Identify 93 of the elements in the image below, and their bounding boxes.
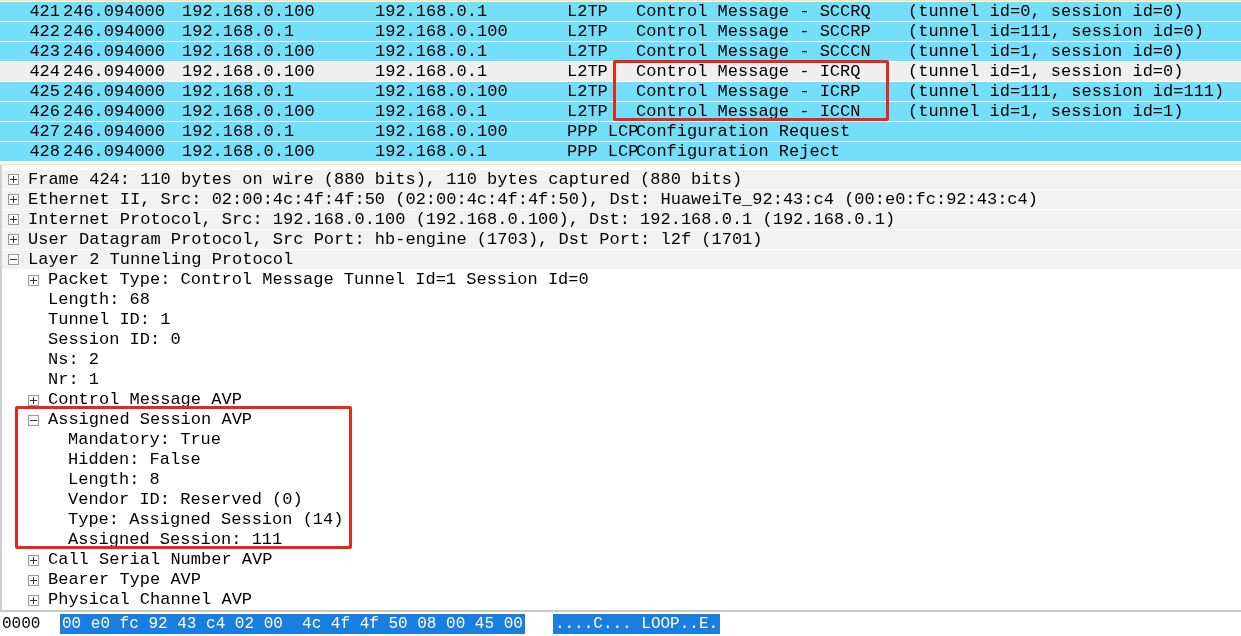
packet-info: Control Message - ICRP: [636, 81, 862, 102]
packet-number: 425: [28, 81, 60, 102]
expand-icon[interactable]: [28, 594, 39, 606]
packet-info: Configuration Reject: [636, 141, 842, 162]
tree-item[interactable]: Length: 8: [68, 471, 160, 489]
packet-protocol: L2TP: [567, 61, 609, 82]
packet-protocol: PPP LCP: [567, 121, 636, 142]
expand-icon[interactable]: [8, 234, 19, 245]
packet-info: Control Message - SCCRQ: [636, 1, 872, 22]
packet-number: 428: [28, 141, 60, 162]
packet-destination: 192.168.0.100: [375, 81, 509, 102]
packet-info-detail: (tunnel id=111, session id=111): [908, 81, 1225, 102]
packet-row[interactable]: 427 246.094000 192.168.0.1 192.168.0.100 PPP LCPConfiguration Request: [0, 122, 1241, 142]
collapse-icon[interactable]: [28, 414, 39, 426]
tree-item[interactable]: Control Message AVP: [48, 391, 242, 409]
packet-destination: 192.168.0.1: [375, 61, 489, 82]
tree-item[interactable]: Session ID: 0: [48, 331, 181, 349]
packet-time: 246.094000: [62, 61, 167, 82]
packet-protocol: L2TP: [567, 81, 609, 102]
packet-destination: 192.168.0.1: [375, 41, 489, 62]
expand-icon[interactable]: [28, 574, 39, 586]
packet-info-detail: (tunnel id=1, session id=0): [908, 41, 1184, 62]
packet-number: 423: [28, 41, 60, 62]
packet-info: Configuration Request: [636, 121, 852, 142]
packet-row[interactable]: 428 246.094000 192.168.0.100 192.168.0.1 PPP LCPConfiguration Reject: [0, 142, 1241, 162]
packet-time: 246.094000: [62, 141, 167, 162]
hex-offset: 0000: [1, 614, 42, 634]
tree-item[interactable]: Packet Type: Control Message Tunnel Id=1 Session Id=0: [48, 271, 589, 289]
packet-destination: 192.168.0.1: [375, 1, 489, 22]
packet-info: Control Message - SCCCN: [636, 41, 872, 62]
packet-source: 192.168.0.100: [182, 61, 316, 82]
packet-number: 421: [28, 1, 60, 22]
packet-row[interactable]: 424 246.094000 192.168.0.100 192.168.0.1 L2TP Control Message - ICRQ (tunnel id=1, session id=0): [0, 62, 1241, 82]
tree-item[interactable]: Tunnel ID: 1: [48, 311, 171, 329]
tree-item[interactable]: Vendor ID: Reserved (0): [68, 491, 303, 509]
tree-item[interactable]: Length: 68: [48, 291, 151, 309]
expand-icon[interactable]: [28, 394, 39, 406]
packet-source: 192.168.0.100: [182, 141, 316, 162]
hex-ascii: ....C... LOOP..E.: [552, 614, 721, 634]
packet-info: Control Message - ICRQ: [636, 61, 862, 82]
hex-bytes: 00 e0 fc 92 43 c4 02 00 4c 4f 4f 50 08 00 45 00: [60, 614, 525, 634]
packet-row[interactable]: 423 246.094000 192.168.0.100 192.168.0.1 L2TP Control Message - SCCCN (tunnel id=1, session id=0): [0, 42, 1241, 62]
packet-number: 424: [28, 61, 60, 82]
tree-item[interactable]: Assigned Session: 111: [68, 531, 283, 549]
packet-time: 246.094000: [62, 101, 167, 122]
expand-icon[interactable]: [8, 214, 19, 225]
packet-source: 192.168.0.1: [182, 121, 296, 142]
packet-row[interactable]: 421 246.094000 192.168.0.100 192.168.0.1 L2TP Control Message - SCCRQ (tunnel id=0, session id=0): [0, 2, 1241, 22]
expand-icon[interactable]: [8, 174, 19, 185]
tree-item[interactable]: Nr: 1: [48, 371, 99, 389]
packet-info: Control Message - SCCRP: [636, 21, 872, 42]
tree-item[interactable]: Physical Channel AVP: [48, 591, 253, 609]
packet-destination: 192.168.0.1: [375, 141, 489, 162]
packet-destination: 192.168.0.100: [375, 21, 509, 42]
packet-number: 427: [28, 121, 60, 142]
packet-number: 426: [28, 101, 60, 122]
tree-item[interactable]: Assigned Session AVP: [48, 411, 253, 429]
packet-protocol: L2TP: [567, 41, 609, 62]
packet-destination: 192.168.0.1: [375, 101, 489, 122]
packet-time: 246.094000: [62, 21, 167, 42]
packet-source: 192.168.0.1: [182, 21, 296, 42]
packet-info-detail: (tunnel id=111, session id=0): [908, 21, 1204, 42]
packet-info-detail: (tunnel id=1, session id=0): [908, 61, 1184, 82]
packet-source: 192.168.0.1: [182, 81, 296, 102]
packet-destination: 192.168.0.100: [375, 121, 509, 142]
packet-info: Control Message - ICCN: [636, 101, 862, 122]
tree-item[interactable]: Mandatory: True: [68, 431, 222, 449]
packet-source: 192.168.0.100: [182, 1, 316, 22]
packet-protocol: L2TP: [567, 101, 609, 122]
packet-time: 246.094000: [62, 1, 167, 22]
packet-source: 192.168.0.100: [182, 101, 316, 122]
packet-source: 192.168.0.100: [182, 41, 316, 62]
packet-row[interactable]: 426 246.094000 192.168.0.100 192.168.0.1 L2TP Control Message - ICCN (tunnel id=1, session id=1): [0, 102, 1241, 122]
packet-protocol: L2TP: [567, 21, 609, 42]
collapse-icon[interactable]: [8, 254, 19, 265]
expand-icon[interactable]: [28, 274, 39, 286]
packet-row[interactable]: 425 246.094000 192.168.0.1 192.168.0.100 L2TP Control Message - ICRP (tunnel id=111, session id=111): [0, 82, 1241, 102]
expand-icon[interactable]: [8, 194, 19, 205]
tree-item[interactable]: Type: Assigned Session (14): [68, 511, 344, 529]
packet-time: 246.094000: [62, 41, 167, 62]
packet-protocol: L2TP: [567, 1, 609, 22]
packet-info-detail: (tunnel id=1, session id=1): [908, 101, 1184, 122]
tree-item[interactable]: Ns: 2: [48, 351, 99, 369]
packet-number: 422: [28, 21, 60, 42]
tree-item[interactable]: Hidden: False: [68, 451, 201, 469]
tree-item[interactable]: Call Serial Number AVP: [48, 551, 273, 569]
packet-row[interactable]: 422 246.094000 192.168.0.1 192.168.0.100 L2TP Control Message - SCCRP (tunnel id=111, session id=0): [0, 22, 1241, 42]
packet-time: 246.094000: [62, 81, 167, 102]
packet-protocol: PPP LCP: [567, 141, 636, 162]
packet-info-detail: (tunnel id=0, session id=0): [908, 1, 1184, 22]
packet-time: 246.094000: [62, 121, 167, 142]
tree-item[interactable]: Bearer Type AVP: [48, 571, 202, 589]
expand-icon[interactable]: [28, 554, 39, 566]
